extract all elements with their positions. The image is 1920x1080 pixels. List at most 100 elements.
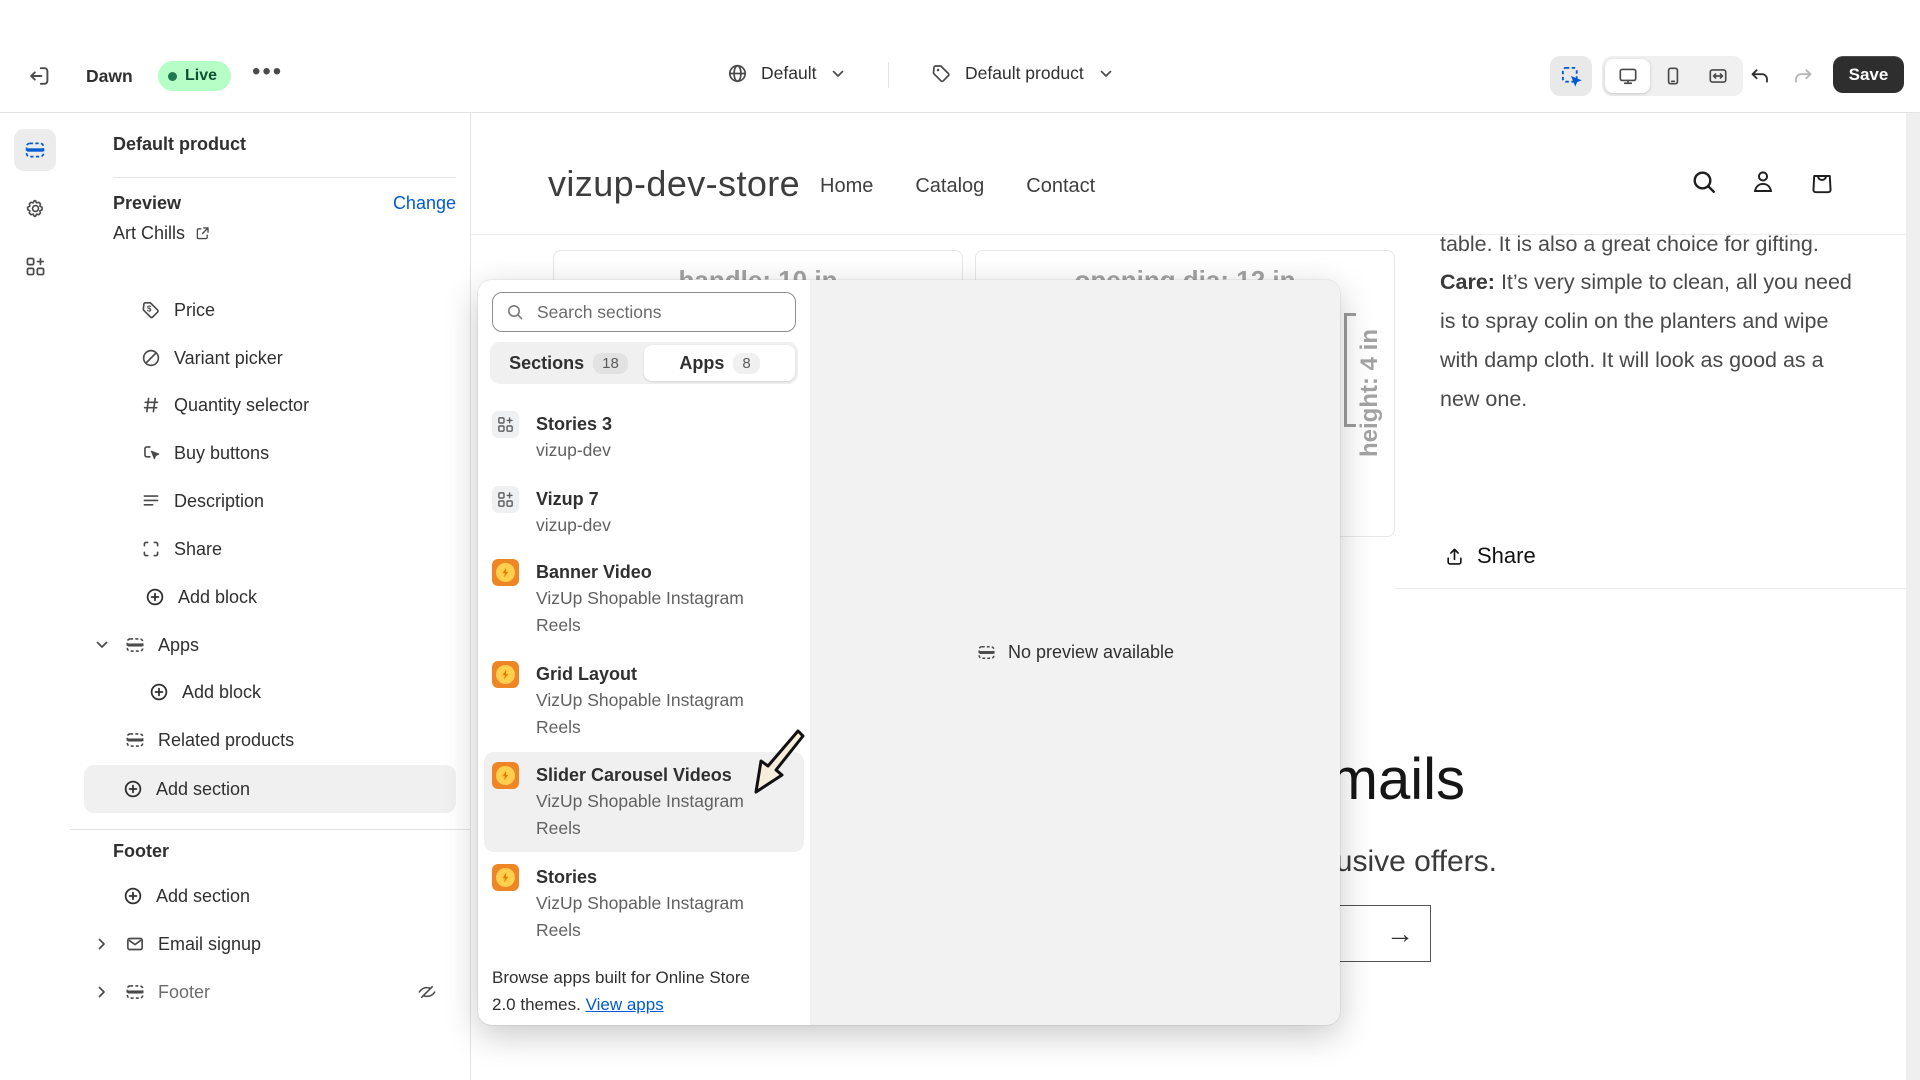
sections-panel: Default product Preview Change Art Chill… (70, 113, 471, 1080)
popup-preview-pane: No preview available (810, 280, 1340, 1025)
section-label: Email signup (158, 934, 261, 955)
store-account-icon[interactable] (1748, 167, 1778, 197)
section-icon (124, 634, 146, 656)
popup-item-subtitle: VizUp Shopable Instagram Reels (536, 890, 771, 944)
media-annotation-height-bracket (1344, 313, 1356, 427)
block-row-quantity-selector[interactable]: Quantity selector (140, 392, 309, 418)
exit-icon (27, 64, 51, 88)
block-row-buy-buttons[interactable]: Buy buttons (140, 440, 269, 466)
section-row-footer[interactable]: Footer (92, 979, 456, 1005)
tab-label: Apps (679, 353, 724, 374)
rail-sections-button[interactable] (14, 129, 56, 171)
fullwidth-view-button[interactable] (1695, 59, 1740, 93)
share-button[interactable]: Share (1443, 543, 1536, 569)
popup-item-grid-layout[interactable]: Grid Layout VizUp Shopable Instagram Ree… (492, 661, 771, 741)
grid-plus-icon (492, 486, 519, 513)
preview-page-link[interactable]: Art Chills (113, 223, 211, 244)
rail-apps-button[interactable] (24, 255, 47, 278)
bolt-app-icon (492, 559, 519, 586)
rail-settings-button[interactable] (24, 197, 47, 220)
block-row-description[interactable]: Description (140, 488, 264, 514)
section-row-email-signup[interactable]: Email signup (92, 931, 261, 957)
text-lines-icon (140, 490, 162, 512)
store-name[interactable]: vizup-dev-store (548, 163, 800, 205)
block-row-price[interactable]: Price (140, 297, 215, 323)
add-section-label: Add section (156, 779, 250, 800)
store-search-icon[interactable] (1689, 167, 1719, 197)
search-icon (505, 302, 525, 322)
tab-apps[interactable]: Apps 8 (644, 345, 795, 381)
store-cart-icon[interactable] (1807, 167, 1837, 197)
popup-item-slider-carousel-videos[interactable]: Slider Carousel Videos VizUp Shopable In… (492, 762, 771, 842)
locale-selector[interactable]: Default (726, 62, 848, 85)
media-annotation-height: height: 4 in (1356, 297, 1384, 457)
popup-item-subtitle: VizUp Shopable Instagram Reels (536, 687, 771, 741)
footer-add-section-button[interactable]: Add section (122, 883, 250, 909)
gear-icon (24, 197, 47, 220)
popup-search-field[interactable] (492, 292, 796, 332)
popup-item-vizup-7[interactable]: Vizup 7 vizup-dev (492, 486, 611, 539)
nav-link-catalog[interactable]: Catalog (915, 175, 984, 198)
search-sections-input[interactable] (535, 301, 769, 324)
popup-item-banner-video[interactable]: Banner Video VizUp Shopable Instagram Re… (492, 559, 771, 639)
block-row-share[interactable]: Share (140, 536, 222, 562)
cursor-click-icon (140, 442, 162, 464)
theme-more-menu[interactable]: ••• (252, 58, 283, 86)
plus-circle-icon (122, 778, 144, 800)
preview-scrollbar[interactable] (1906, 113, 1920, 1080)
inspector-toggle-button[interactable] (1550, 56, 1592, 96)
chevron-down-icon (92, 635, 112, 655)
nav-link-contact[interactable]: Contact (1026, 175, 1095, 198)
desktop-view-button[interactable] (1605, 59, 1650, 93)
block-label: Share (174, 539, 222, 560)
mobile-view-button[interactable] (1650, 59, 1695, 93)
popup-item-stories-3[interactable]: Stories 3 vizup-dev (492, 411, 612, 464)
popup-item-title: Banner Video (536, 559, 771, 585)
tab-count-badge: 8 (733, 353, 759, 374)
section-label: Footer (158, 982, 210, 1003)
popup-item-subtitle: VizUp Shopable Instagram Reels (536, 585, 771, 639)
bolt-app-icon (492, 661, 519, 688)
add-block-button[interactable]: Add block (144, 584, 257, 610)
email-submit-arrow[interactable]: → (1386, 918, 1414, 950)
live-label: Live (185, 67, 217, 85)
live-dot-icon (168, 72, 177, 81)
popup-item-stories[interactable]: Stories VizUp Shopable Instagram Reels (492, 864, 771, 944)
block-row-variant-picker[interactable]: Variant picker (140, 345, 283, 371)
view-apps-link[interactable]: View apps (586, 995, 664, 1014)
redo-button[interactable] (1782, 56, 1824, 96)
undo-button[interactable] (1738, 56, 1780, 96)
popup-item-subtitle: VizUp Shopable Instagram Reels (536, 788, 771, 842)
theme-name: Dawn (86, 66, 133, 87)
variant-picker-icon (140, 347, 162, 369)
popup-item-title: Slider Carousel Videos (536, 762, 771, 788)
plus-circle-icon (122, 885, 144, 907)
change-preview-link[interactable]: Change (393, 193, 456, 214)
annotated-cursor-arrow (745, 726, 807, 804)
block-label: Buy buttons (174, 443, 269, 464)
popup-item-title: Vizup 7 (536, 486, 611, 512)
eye-slash-icon[interactable] (416, 981, 438, 1003)
block-label: Description (174, 491, 264, 512)
add-section-button[interactable]: Add section (84, 765, 456, 813)
context-selector[interactable]: Default product (930, 62, 1116, 85)
product-care-paragraph: Care: It’s very simple to clean, all you… (1440, 263, 1862, 419)
section-row-related-products[interactable]: Related products (124, 727, 294, 753)
tab-sections[interactable]: Sections 18 (493, 345, 644, 381)
save-button[interactable]: Save (1833, 56, 1904, 93)
share-label: Share (1477, 543, 1536, 569)
apps-add-block-button[interactable]: Add block (148, 679, 261, 705)
shopify-theme-editor: vizup-dev-store Home Catalog Contact han… (0, 0, 1920, 1080)
section-row-apps[interactable]: Apps (92, 632, 199, 658)
exit-editor-button[interactable] (18, 56, 60, 96)
share-upload-icon (1443, 545, 1466, 568)
nav-link-home[interactable]: Home (820, 175, 873, 198)
globe-icon (726, 62, 749, 85)
bolt-app-icon (492, 864, 519, 891)
fullwidth-icon (1707, 65, 1729, 87)
add-block-label: Add block (178, 587, 257, 608)
preview-page-label: Art Chills (113, 223, 185, 244)
panel-title: Default product (113, 134, 246, 155)
external-link-icon (194, 225, 211, 242)
footer-note-line1: Browse apps built for Online Store (492, 968, 750, 987)
